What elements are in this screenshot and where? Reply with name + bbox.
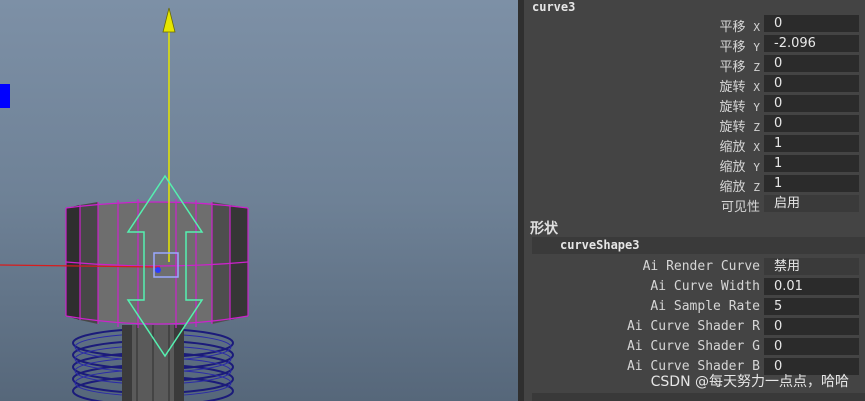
attr-label: 平移 X	[719, 20, 760, 35]
attr-label: 平移 Z	[719, 60, 760, 75]
attr-value-field[interactable]: 1	[764, 175, 859, 192]
attr-label: 旋转 Z	[719, 120, 760, 135]
attr-value-field[interactable]: 0	[764, 115, 859, 132]
attr-row-rotate-z[interactable]: 旋转 Z 0	[524, 114, 865, 135]
shape-section-title: 形状	[530, 221, 558, 237]
attr-row-translate-y[interactable]: 平移 Y -2.096	[524, 34, 865, 55]
attr-value-field[interactable]: 0	[764, 95, 859, 112]
inner-column	[122, 325, 184, 401]
attr-label: Ai Curve Shader G	[626, 339, 760, 354]
attr-value-field[interactable]: -2.096	[764, 35, 859, 52]
attr-row-ai-curve-shader-g[interactable]: Ai Curve Shader G 0	[524, 337, 865, 357]
attr-label: 缩放 X	[719, 140, 760, 155]
scene-canvas[interactable]	[0, 0, 518, 401]
attr-row-visibility[interactable]: 可见性 启用	[524, 194, 865, 215]
attr-row-translate-x[interactable]: 平移 X 0	[524, 14, 865, 35]
attr-row-translate-z[interactable]: 平移 Z 0	[524, 54, 865, 75]
attr-row-rotate-x[interactable]: 旋转 X 0	[524, 74, 865, 95]
node-name[interactable]: curve3	[532, 0, 575, 14]
attr-label: 缩放 Z	[719, 180, 760, 195]
attr-label: 缩放 Y	[719, 160, 760, 175]
attr-row-scale-y[interactable]: 缩放 Y 1	[524, 154, 865, 175]
panel-bottom-strip	[532, 393, 865, 401]
watermark-text: CSDN @每天努力一点点，哈哈	[650, 374, 849, 390]
attr-row-ai-curve-width[interactable]: Ai Curve Width 0.01	[524, 277, 865, 297]
attr-value-field[interactable]: 禁用	[764, 258, 859, 275]
attr-label: 旋转 Y	[719, 100, 760, 115]
channel-box-panel: curve3 平移 X 0 平移 Y -2.096 平移 Z 0 旋转 X 0 …	[524, 0, 865, 401]
attr-row-ai-render-curve[interactable]: Ai Render Curve 禁用	[524, 257, 865, 277]
attr-value-field[interactable]: 1	[764, 135, 859, 152]
attr-row-scale-z[interactable]: 缩放 Z 1	[524, 174, 865, 195]
attr-value-field[interactable]: 0	[764, 15, 859, 32]
attr-label: Ai Curve Width	[650, 279, 760, 294]
attr-label: 可见性	[720, 200, 760, 215]
attr-value-field[interactable]: 0.01	[764, 278, 859, 295]
attr-label: Ai Curve Shader R	[626, 319, 760, 334]
attr-value-field[interactable]: 5	[764, 298, 859, 315]
attr-row-rotate-y[interactable]: 旋转 Y 0	[524, 94, 865, 115]
attr-value-field[interactable]: 启用	[764, 195, 859, 212]
3d-viewport[interactable]	[0, 0, 518, 401]
attr-value-field[interactable]: 0	[764, 55, 859, 72]
shape-node-name[interactable]: curveShape3	[560, 238, 639, 252]
attr-label: Ai Render Curve	[642, 259, 760, 274]
attr-label: 旋转 X	[719, 80, 760, 95]
attr-label: 平移 Y	[719, 40, 760, 55]
attr-value-field[interactable]: 0	[764, 318, 859, 335]
attr-value-field[interactable]: 0	[764, 338, 859, 355]
pivot-point	[155, 267, 161, 273]
attr-row-ai-sample-rate[interactable]: Ai Sample Rate 5	[524, 297, 865, 317]
arrow-up-icon	[162, 7, 176, 33]
attr-value-field[interactable]: 1	[764, 155, 859, 172]
cylinder-mesh[interactable]	[65, 199, 249, 328]
attr-value-field[interactable]: 0	[764, 75, 859, 92]
attr-row-scale-x[interactable]: 缩放 X 1	[524, 134, 865, 155]
attr-row-ai-curve-shader-r[interactable]: Ai Curve Shader R 0	[524, 317, 865, 337]
attr-label: Ai Sample Rate	[650, 299, 760, 314]
